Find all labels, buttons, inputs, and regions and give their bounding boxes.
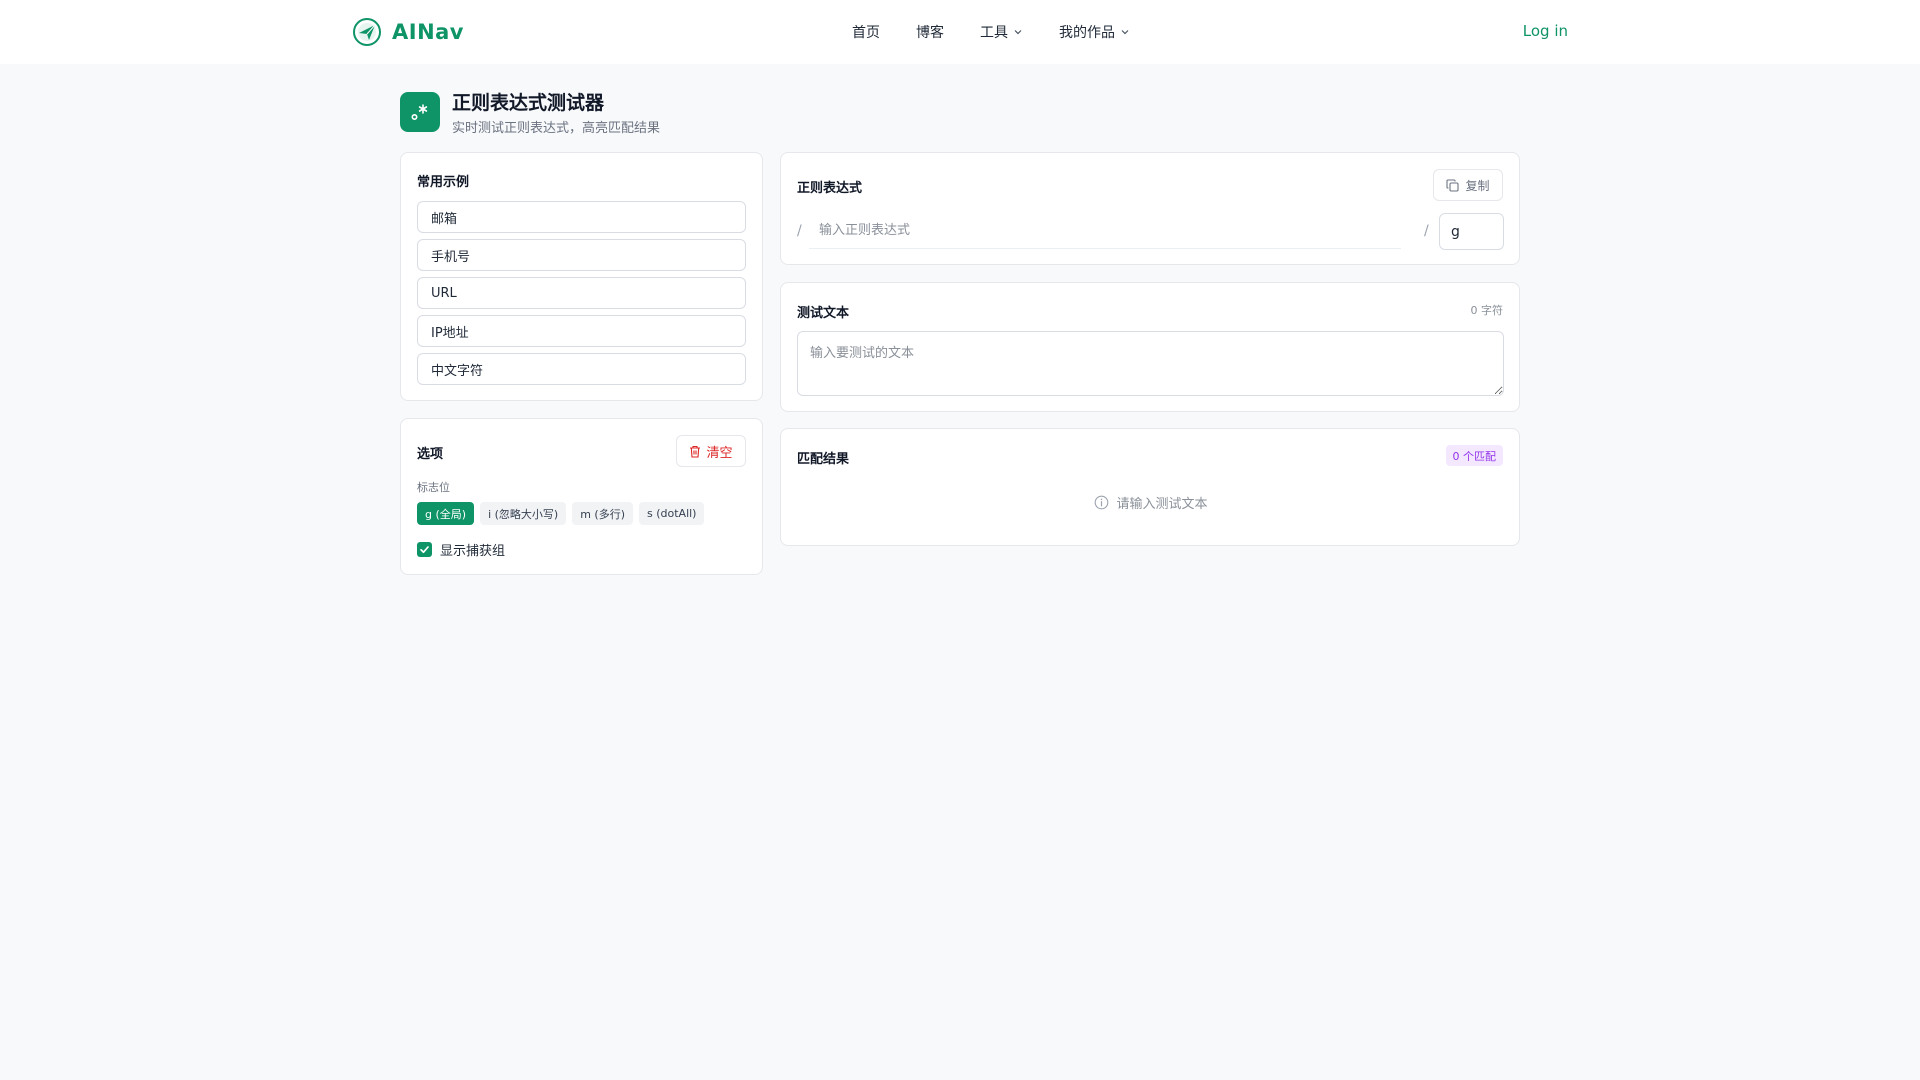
flags-input[interactable] bbox=[1439, 213, 1504, 250]
show-groups-option[interactable]: 显示捕获组 bbox=[417, 540, 505, 559]
char-count: 0 字符 bbox=[1470, 304, 1504, 317]
flag-m-toggle[interactable]: m (多行) bbox=[572, 502, 633, 525]
example-email-button[interactable]: 邮箱 bbox=[417, 201, 746, 233]
page-subtitle: 实时测试正则表达式，高亮匹配结果 bbox=[452, 121, 661, 136]
regex-close-slash: / bbox=[1424, 223, 1429, 239]
brand-name: AINav bbox=[392, 20, 465, 44]
empty-state: 请输入测试文本 bbox=[781, 493, 1521, 512]
nav-item-label: 工具 bbox=[980, 25, 1008, 41]
examples-title: 常用示例 bbox=[417, 175, 470, 190]
flags-label: 标志位 bbox=[417, 481, 450, 494]
show-groups-label: 显示捕获组 bbox=[440, 544, 506, 559]
options-title: 选项 bbox=[417, 447, 444, 462]
nav-item-label: 博客 bbox=[916, 25, 944, 41]
examples-card: 常用示例 邮箱 手机号 URL IP地址 中文字符 bbox=[400, 152, 763, 401]
checkmark-icon bbox=[420, 546, 429, 554]
test-text-card: 测试文本 0 字符 bbox=[780, 282, 1520, 412]
chevron-down-icon bbox=[1121, 30, 1129, 35]
brand-link[interactable]: AINav bbox=[352, 17, 464, 47]
login-link[interactable]: Log in bbox=[1523, 22, 1568, 40]
info-icon bbox=[1095, 495, 1109, 510]
copy-label: 复制 bbox=[1465, 178, 1490, 193]
match-result-title: 匹配结果 bbox=[797, 452, 850, 467]
nav-item-my-works[interactable]: 我的作品 bbox=[1059, 22, 1130, 42]
copy-button[interactable]: 复制 bbox=[1433, 169, 1503, 201]
trash-icon bbox=[690, 445, 701, 458]
flag-toggle-group: g (全局) i (忽略大小写) m (多行) s (dotAll) bbox=[417, 502, 710, 525]
nav-item-label: 首页 bbox=[852, 25, 880, 41]
clear-label: 清空 bbox=[706, 445, 733, 461]
nav-item-blog[interactable]: 博客 bbox=[916, 22, 944, 42]
regex-title: 正则表达式 bbox=[797, 181, 863, 196]
paper-plane-logo-icon bbox=[353, 18, 381, 46]
example-ip-button[interactable]: IP地址 bbox=[417, 315, 746, 347]
options-card: 选项 清空 标志位 g (全局) i (忽略大小写) m (多行) s (dot… bbox=[400, 418, 763, 575]
nav-item-tools[interactable]: 工具 bbox=[980, 22, 1023, 42]
top-navbar: AINav 首页 博客 工具 我的作品 Log in bbox=[0, 0, 1920, 64]
page-title: 正则表达式测试器 bbox=[452, 92, 605, 114]
examples-list: 邮箱 手机号 URL IP地址 中文字符 bbox=[417, 201, 746, 391]
test-text-title: 测试文本 bbox=[797, 306, 850, 321]
flag-i-toggle[interactable]: i (忽略大小写) bbox=[480, 502, 567, 525]
page-header: 正则表达式测试器 实时测试正则表达式，高亮匹配结果 bbox=[400, 92, 660, 136]
match-count-badge: 0 个匹配 bbox=[1445, 445, 1503, 466]
example-phone-button[interactable]: 手机号 bbox=[417, 239, 746, 271]
regex-input[interactable] bbox=[809, 213, 1401, 249]
clear-button[interactable]: 清空 bbox=[676, 435, 746, 467]
regex-card: 正则表达式 复制 / / bbox=[780, 152, 1520, 265]
flag-g-toggle[interactable]: g (全局) bbox=[417, 502, 475, 525]
empty-state-message: 请输入测试文本 bbox=[1116, 497, 1208, 512]
chevron-down-icon bbox=[1014, 30, 1022, 35]
copy-icon bbox=[1446, 178, 1460, 192]
example-url-button[interactable]: URL bbox=[417, 277, 746, 309]
test-text-input[interactable] bbox=[797, 331, 1504, 396]
flag-s-toggle[interactable]: s (dotAll) bbox=[639, 502, 705, 525]
example-chinese-button[interactable]: 中文字符 bbox=[417, 353, 746, 385]
match-result-card: 匹配结果 0 个匹配 请输入测试文本 bbox=[780, 428, 1520, 546]
regex-icon bbox=[400, 92, 440, 132]
nav-item-label: 我的作品 bbox=[1059, 25, 1115, 41]
nav-item-home[interactable]: 首页 bbox=[852, 22, 880, 42]
main-nav: 首页 博客 工具 我的作品 bbox=[852, 22, 1166, 42]
show-groups-checkbox[interactable] bbox=[417, 542, 432, 557]
regex-open-slash: / bbox=[797, 223, 802, 239]
